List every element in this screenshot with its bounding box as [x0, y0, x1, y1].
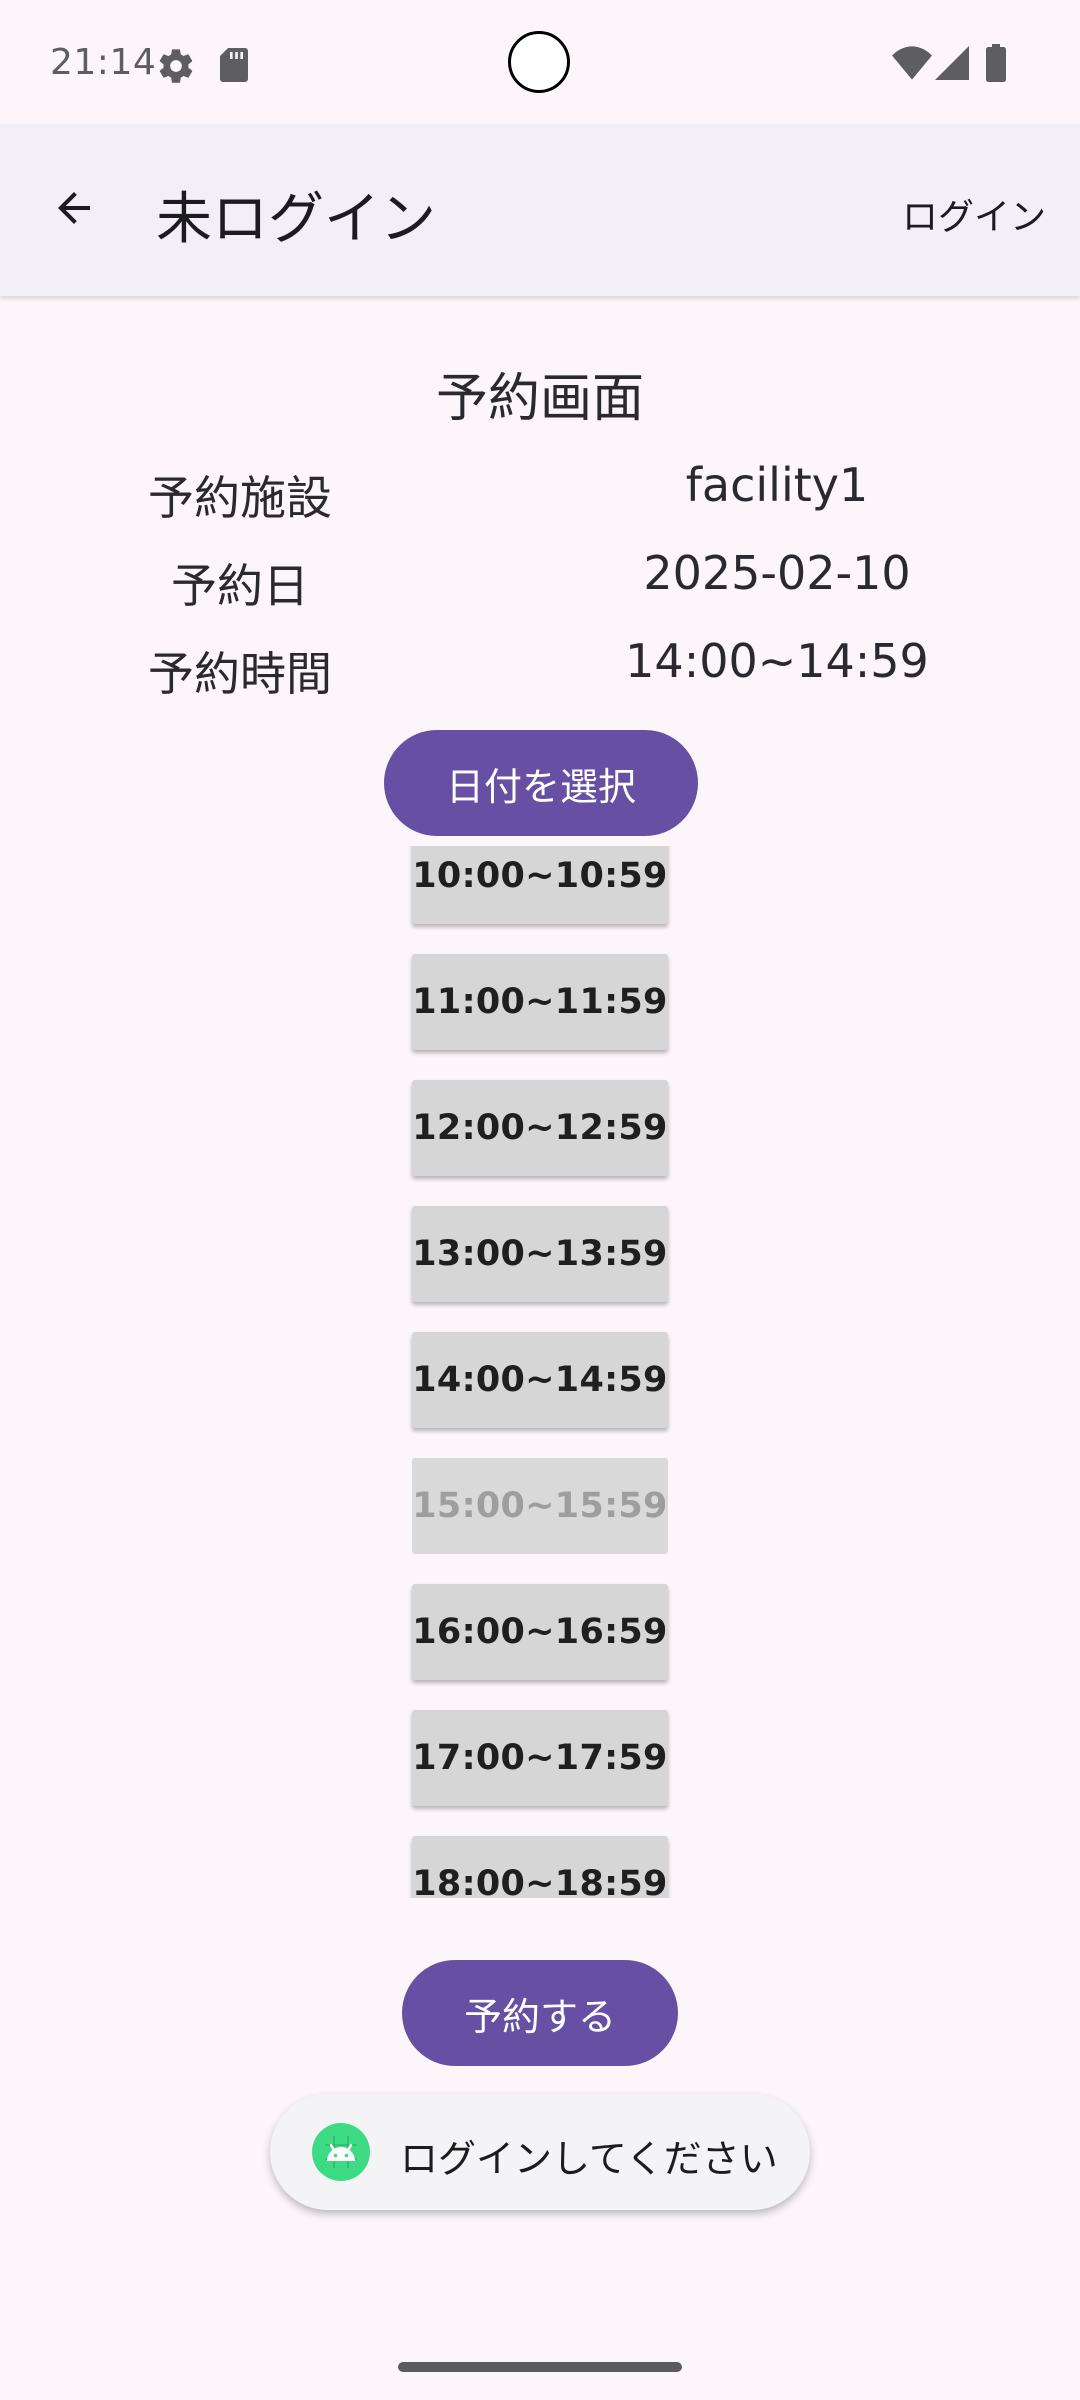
- time-slot-list[interactable]: 10:00~10:59 11:00~11:59 12:00~12:59 13:0…: [300, 846, 780, 1898]
- status-time: 21:14: [50, 42, 157, 83]
- arrow-left-icon: [58, 192, 90, 224]
- time-label: 予約時間: [148, 647, 332, 701]
- time-slot-button[interactable]: 10:00~10:59: [412, 846, 668, 924]
- time-slot-button[interactable]: 11:00~11:59: [412, 954, 668, 1050]
- login-button[interactable]: ログイン: [902, 188, 1046, 240]
- battery-icon: [986, 44, 1006, 82]
- time-slot-button[interactable]: 18:00~18:59: [412, 1836, 668, 1898]
- toast-message: ログインしてください: [270, 2094, 810, 2210]
- app-bar: 未ログイン ログイン: [0, 124, 1080, 296]
- time-slot-button[interactable]: 14:00~14:59: [412, 1332, 668, 1428]
- app-bar-title: 未ログイン: [156, 187, 436, 252]
- time-slot-button[interactable]: 13:00~13:59: [412, 1206, 668, 1302]
- select-date-button[interactable]: 日付を選択: [384, 730, 698, 836]
- wifi-icon: [892, 46, 932, 80]
- status-bar: 21:14: [0, 0, 1080, 124]
- home-indicator[interactable]: [398, 2362, 682, 2372]
- camera-cutout: [508, 31, 570, 93]
- cell-signal-icon: [935, 46, 969, 80]
- sd-card-icon: [220, 48, 248, 82]
- reserve-button[interactable]: 予約する: [402, 1960, 678, 2066]
- facility-label: 予約施設: [148, 471, 332, 525]
- date-value: 2025-02-10: [643, 546, 911, 600]
- back-button[interactable]: [38, 172, 110, 244]
- time-value: 14:00~14:59: [625, 634, 929, 688]
- date-label: 予約日: [171, 559, 309, 613]
- time-slot-button-disabled: 15:00~15:59: [412, 1458, 668, 1554]
- time-slot-button[interactable]: 12:00~12:59: [412, 1080, 668, 1176]
- android-icon: [312, 2123, 370, 2181]
- facility-value: facility1: [685, 458, 869, 512]
- time-slot-button[interactable]: 17:00~17:59: [412, 1710, 668, 1806]
- toast-text: ログインしてください: [400, 2137, 778, 2181]
- page-title: 予約画面: [435, 369, 644, 429]
- settings-gear-icon: [159, 49, 193, 83]
- time-slot-button[interactable]: 16:00~16:59: [412, 1584, 668, 1680]
